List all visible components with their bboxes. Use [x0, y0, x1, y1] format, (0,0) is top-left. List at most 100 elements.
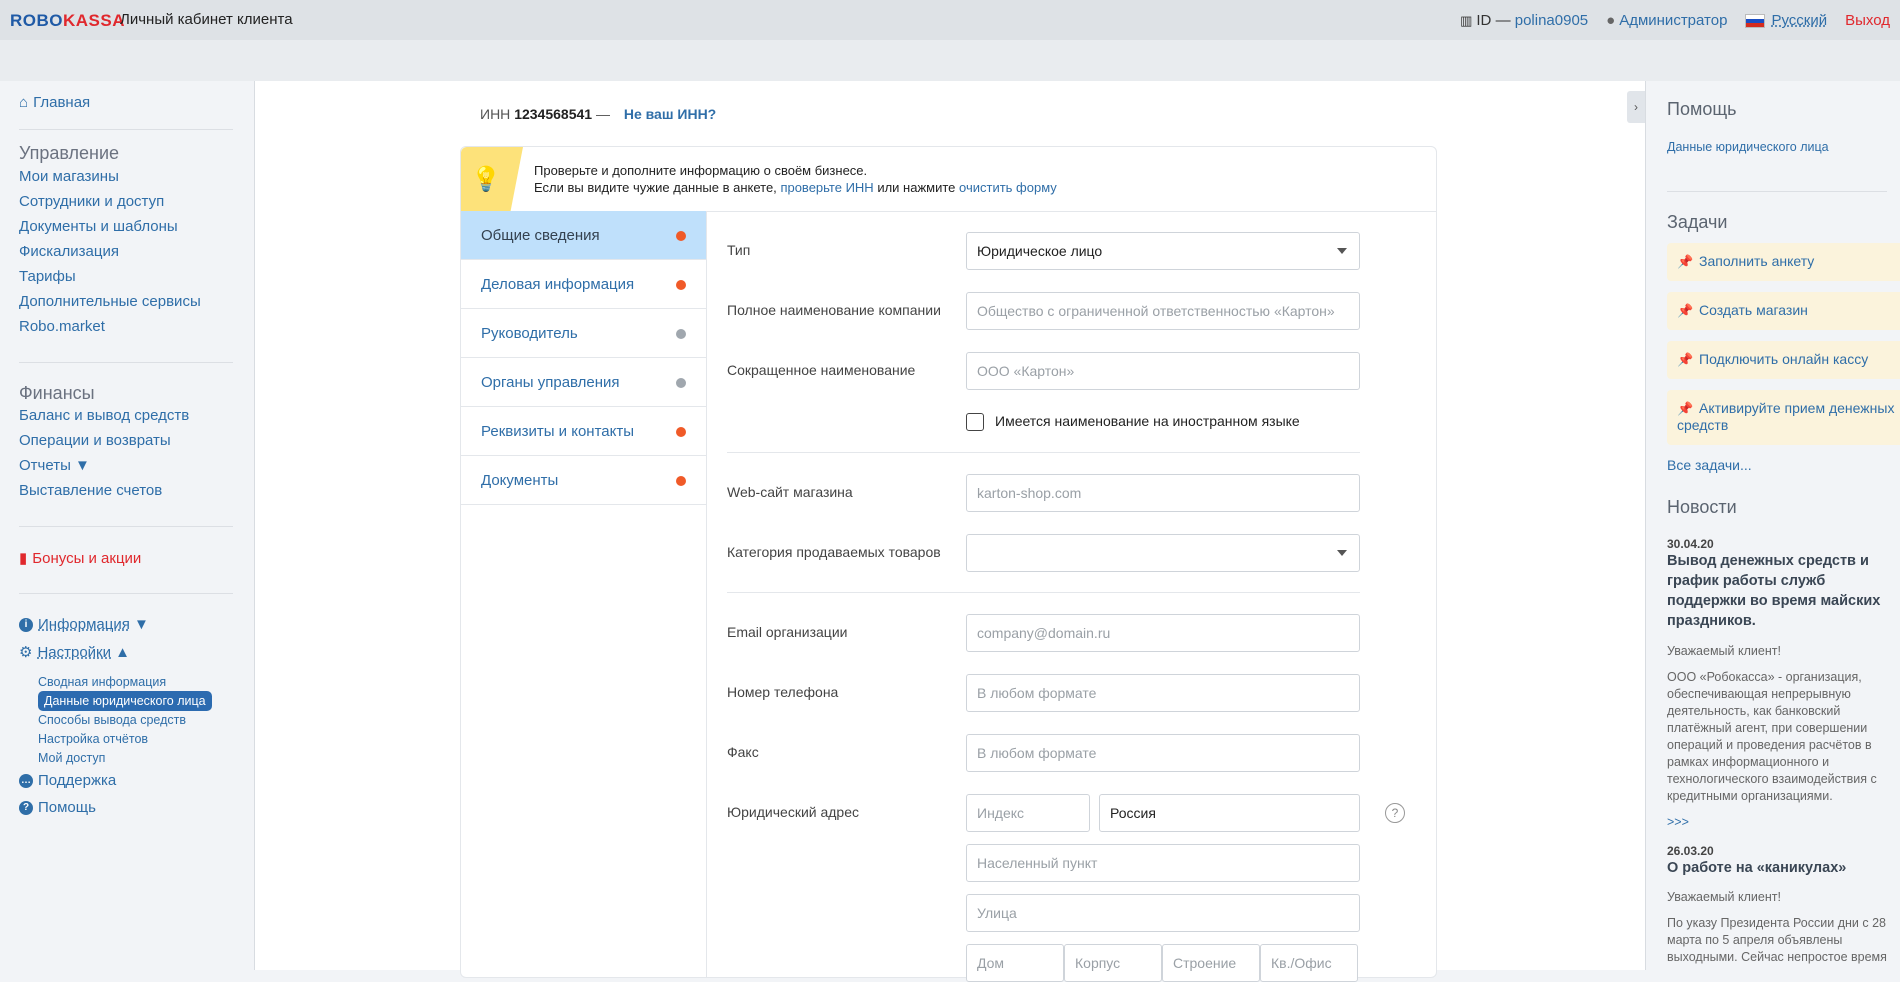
sidebar-item-help[interactable]: ? Помощь [19, 799, 96, 816]
shortname-label: Сокращенное наименование [727, 362, 916, 378]
sidebar-item-services[interactable]: Дополнительные сервисы [19, 293, 201, 310]
sidebar-item-info[interactable]: i Информация ▼ [19, 616, 149, 633]
chat-icon: … [19, 773, 33, 788]
sidebar-item-employees[interactable]: Сотрудники и доступ [19, 193, 164, 210]
check-inn-link[interactable]: проверьте ИНН [780, 180, 873, 195]
shortname-input[interactable]: ООО «Картон» [966, 352, 1360, 390]
info-icon: i [19, 617, 33, 632]
foreign-name-checkbox[interactable] [966, 413, 984, 431]
news-text: ООО «Робокасса» - организация, обеспечив… [1667, 670, 1877, 803]
city-input[interactable]: Населенный пункт [966, 844, 1360, 882]
status-dot [676, 476, 686, 486]
sidebar-item-documents[interactable]: Документы и шаблоны [19, 218, 178, 235]
divider [19, 129, 233, 130]
logout-link[interactable]: Выход [1845, 12, 1890, 29]
tab-business[interactable]: Деловая информация [461, 260, 706, 309]
russia-flag-icon [1745, 13, 1766, 28]
news-headline[interactable]: О работе на «каникулах» [1667, 858, 1882, 878]
settings-sub-withdraw[interactable]: Способы вывода средств [38, 713, 186, 727]
sidebar-item-fiscal[interactable]: Фискализация [19, 243, 119, 260]
task-item[interactable]: 📌 Заполнить анкету [1667, 243, 1900, 281]
house-input[interactable]: Дом [966, 944, 1064, 982]
website-input[interactable]: karton-shop.com [966, 474, 1360, 512]
bookmark-icon: ▮ [19, 550, 28, 567]
home-icon: ⌂ [19, 94, 29, 111]
category-select[interactable] [966, 534, 1360, 572]
logo[interactable]: ROBOKASSA [10, 11, 125, 31]
section-finance: Финансы [19, 383, 95, 403]
news-more-link[interactable]: >>> [1667, 815, 1689, 829]
index-input[interactable]: Индекс [966, 794, 1090, 832]
help-icon[interactable]: ? [1385, 803, 1405, 823]
sidebar-item-support[interactable]: … Поддержка [19, 772, 116, 789]
settings-sub-legal-entity[interactable]: Данные юридического лица [38, 691, 212, 711]
country-input[interactable]: Россия [1099, 794, 1360, 832]
username[interactable]: polina0905 [1515, 12, 1588, 29]
settings-sub-access[interactable]: Мой доступ [38, 751, 105, 765]
section-management: Управление [19, 143, 120, 163]
task-item[interactable]: 📌 Подключить онлайн кассу [1667, 341, 1900, 379]
tab-director[interactable]: Руководитель [461, 309, 706, 358]
structure-input[interactable]: Строение [1162, 944, 1260, 982]
fax-label: Факс [727, 744, 759, 760]
type-label: Тип [727, 242, 751, 258]
help-link[interactable]: Данные юридического лица [1667, 140, 1829, 154]
tab-governance[interactable]: Органы управления [461, 358, 706, 407]
sidebar-item-shops[interactable]: Мои магазины [19, 168, 119, 185]
chevron-right-icon: › [1634, 100, 1638, 114]
sidebar-item-balance[interactable]: Баланс и вывод средств [19, 407, 189, 424]
settings-sub-reports[interactable]: Настройка отчётов [38, 732, 148, 746]
sidebar-item-home[interactable]: ⌂ Главная [19, 94, 90, 111]
divider [19, 526, 233, 527]
email-input[interactable]: company@domain.ru [966, 614, 1360, 652]
flat-input[interactable]: Кв./Офис [1260, 944, 1358, 982]
task-item[interactable]: 📌 Создать магазин [1667, 292, 1900, 330]
phone-input[interactable]: В любом формате [966, 674, 1360, 712]
building-input[interactable]: Корпус [1064, 944, 1162, 982]
phone-label: Номер телефона [727, 684, 839, 700]
status-dot [676, 427, 686, 437]
building-icon: ▥ [1460, 12, 1473, 28]
question-icon: ? [19, 800, 33, 815]
top-bar: ROBOKASSA Личный кабинет клиента ▥ ID — … [0, 0, 1900, 40]
main-content: ИНН 1234568541 — Не ваш ИНН? 💡 Проверьте… [255, 81, 1645, 982]
clear-form-link[interactable]: очистить форму [959, 180, 1057, 195]
sidebar-item-reports[interactable]: Отчеты ▼ [19, 457, 90, 474]
sidebar-item-bonus[interactable]: ▮ Бонусы и акции [19, 549, 141, 568]
website-label: Web-сайт магазина [727, 484, 853, 500]
sub-bar [0, 40, 1900, 81]
type-select[interactable]: Юридическое лицо [966, 232, 1360, 270]
street-input[interactable]: Улица [966, 894, 1360, 932]
all-tasks-link[interactable]: Все задачи... [1667, 457, 1752, 473]
tasks-title: Задачи [1667, 212, 1728, 232]
divider [727, 452, 1360, 453]
settings-sub-summary[interactable]: Сводная информация [38, 675, 166, 689]
tab-documents[interactable]: Документы [461, 456, 706, 505]
fullname-input[interactable]: Общество с ограниченной ответственностью… [966, 292, 1360, 330]
email-label: Email организации [727, 624, 848, 640]
sidebar-item-tariffs[interactable]: Тарифы [19, 268, 76, 285]
collapse-right-panel-button[interactable]: › [1627, 91, 1645, 123]
sidebar-item-operations[interactable]: Операции и возвраты [19, 432, 171, 449]
sidebar-item-robomarket[interactable]: Robo.market [19, 318, 105, 335]
news-title: Новости [1667, 497, 1737, 517]
pin-icon: 📌 [1677, 303, 1694, 318]
inn-line: ИНН 1234568541 — Не ваш ИНН? [480, 106, 717, 122]
sidebar-item-settings[interactable]: ⚙ Настройки ▲ [19, 643, 130, 662]
task-item[interactable]: 📌 Активируйте прием денежных средств [1667, 390, 1900, 445]
news-headline[interactable]: Вывод денежных средств и график работы с… [1667, 551, 1882, 631]
news-text: По указу Президента России дни с 28 март… [1667, 916, 1887, 964]
sidebar-item-invoices[interactable]: Выставление счетов [19, 482, 162, 499]
status-dot [676, 231, 686, 241]
pin-icon: 📌 [1677, 401, 1694, 416]
fax-input[interactable]: В любом формате [966, 734, 1360, 772]
tab-requisites[interactable]: Реквизиты и контакты [461, 407, 706, 456]
news-date: 30.04.20 [1667, 537, 1714, 551]
role-menu[interactable]: ● Администратор [1606, 12, 1727, 29]
gear-icon: ⚙ [19, 644, 33, 661]
not-your-inn-link[interactable]: Не ваш ИНН? [624, 106, 716, 122]
tab-general[interactable]: Общие сведения [461, 211, 706, 260]
status-dot [676, 329, 686, 339]
foreign-name-label: Имеется наименование на иностранном язык… [995, 413, 1300, 429]
language-selector[interactable]: Русский [1745, 12, 1827, 29]
